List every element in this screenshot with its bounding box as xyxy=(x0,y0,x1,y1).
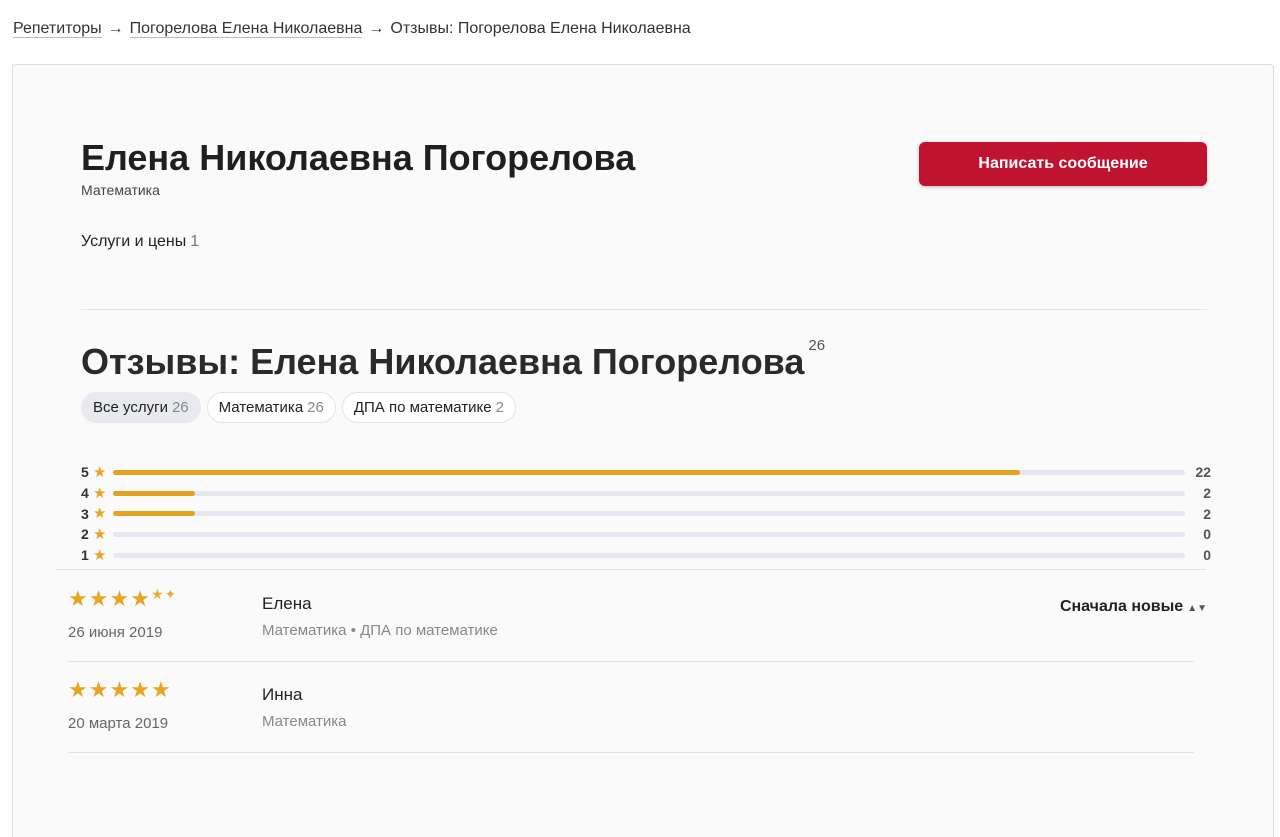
services-label: Услуги и цены xyxy=(81,233,187,250)
rating-count: 2 xyxy=(1203,505,1211,522)
services-link[interactable]: Услуги и цены 1 xyxy=(81,233,199,251)
rating-row-2: 2 ★ 0 xyxy=(81,524,1211,545)
divider xyxy=(81,309,1207,310)
divider xyxy=(68,752,1194,753)
divider xyxy=(68,661,1194,662)
star-icon: ★ xyxy=(93,484,107,502)
filter-math[interactable]: Математика 26 xyxy=(206,392,336,423)
reviews-title-text: Отзывы: Елена Николаевна Погорелова xyxy=(81,341,805,382)
rating-row-3: 3 ★ 2 xyxy=(81,503,1211,524)
review-subjects: Математика • ДПА по математике xyxy=(262,622,498,639)
star-icon: ★ xyxy=(93,546,107,564)
star-half-icon: ★✦ xyxy=(150,586,178,602)
rating-count: 22 xyxy=(1195,464,1211,481)
sort-label: Сначала новые xyxy=(1059,598,1184,615)
filter-all-services[interactable]: Все услуги 26 xyxy=(81,392,201,423)
filter-label: Все услуги xyxy=(93,399,168,416)
rating-bar-track xyxy=(113,490,1185,496)
review-rating: ★★★★★✦ xyxy=(68,586,177,612)
sort-dropdown[interactable]: Сначала новые ▲▼ xyxy=(1060,598,1207,616)
breadcrumb: Репетиторы → Погорелова Елена Николаевна → О… xyxy=(13,20,691,38)
filter-count: 26 xyxy=(171,399,189,416)
star-icon: ★ xyxy=(93,505,107,523)
review-author: Инна xyxy=(262,685,303,704)
rating-count: 2 xyxy=(1203,485,1211,502)
rating-value: 5 xyxy=(81,464,89,481)
star-icon: ★ xyxy=(109,677,131,702)
filter-label: ДПА по математике xyxy=(353,399,492,416)
divider xyxy=(56,569,1206,570)
arrow-right-icon: → xyxy=(368,20,385,37)
tutor-name: Елена Николаевна Погорелова xyxy=(81,137,636,178)
rating-bar-track xyxy=(113,552,1185,558)
rating-bar-fill xyxy=(113,490,196,496)
breadcrumb-link-tutor[interactable]: Погорелова Елена Николаевна xyxy=(129,20,363,38)
review-date: 26 июня 2019 xyxy=(68,624,163,641)
rating-count: 0 xyxy=(1203,547,1211,564)
filter-label: Математика xyxy=(218,399,304,416)
star-icon: ★ xyxy=(109,586,131,611)
reviews-total: 26 xyxy=(808,337,826,354)
filter-dpa-math[interactable]: ДПА по математике 2 xyxy=(341,392,516,423)
breadcrumb-current: Отзывы: Погорелова Елена Николаевна xyxy=(390,20,691,37)
rating-value: 4 xyxy=(81,485,89,502)
sort-arrows-icon: ▲▼ xyxy=(1187,603,1207,614)
rating-bar-fill xyxy=(113,469,1021,475)
star-icon: ★ xyxy=(130,677,151,702)
rating-count: 0 xyxy=(1203,526,1211,543)
tutor-subject: Математика xyxy=(81,182,160,198)
service-filters: Все услуги 26 Математика 26 ДПА по математ… xyxy=(81,392,516,423)
rating-row-1: 1 ★ 0 xyxy=(81,545,1211,566)
rating-bar-track xyxy=(113,531,1185,537)
star-icon: ★ xyxy=(150,677,172,702)
write-message-button[interactable]: Написать сообщение xyxy=(919,142,1207,186)
rating-bar-track xyxy=(113,469,1185,475)
star-icon: ★ xyxy=(93,463,107,481)
filter-count: 26 xyxy=(307,399,324,416)
review-date: 20 марта 2019 xyxy=(68,715,169,732)
star-icon: ★ xyxy=(68,586,89,611)
rating-bar-track xyxy=(113,511,1185,517)
star-icon: ★ xyxy=(88,677,110,702)
filter-count: 2 xyxy=(495,399,504,416)
arrow-right-icon: → xyxy=(107,20,124,37)
star-icon: ★ xyxy=(93,525,107,543)
review-subjects: Математика xyxy=(262,713,347,730)
rating-value: 1 xyxy=(81,547,89,564)
star-icon: ★ xyxy=(130,586,151,611)
rating-bar-fill xyxy=(113,511,196,517)
breadcrumb-link-tutors[interactable]: Репетиторы xyxy=(13,20,102,38)
rating-row-5: 5 ★ 22 xyxy=(81,462,1211,483)
star-icon: ★ xyxy=(68,677,89,702)
rating-value: 3 xyxy=(81,505,89,522)
review-rating: ★★★★★ xyxy=(68,677,172,703)
star-icon: ★ xyxy=(88,586,110,611)
rating-distribution: 5 ★ 22 4 ★ 2 3 ★ 2 2 ★ 0 1 ★ 0 xyxy=(81,462,1211,565)
reviews-title: Отзывы: Елена Николаевна Погорелова 26 xyxy=(81,337,825,383)
tutor-card: Елена Николаевна Погорелова Математика Н… xyxy=(12,64,1274,837)
rating-row-4: 4 ★ 2 xyxy=(81,483,1211,504)
rating-value: 2 xyxy=(81,526,89,543)
review-author: Елена xyxy=(262,594,312,613)
services-count: 1 xyxy=(190,233,200,250)
